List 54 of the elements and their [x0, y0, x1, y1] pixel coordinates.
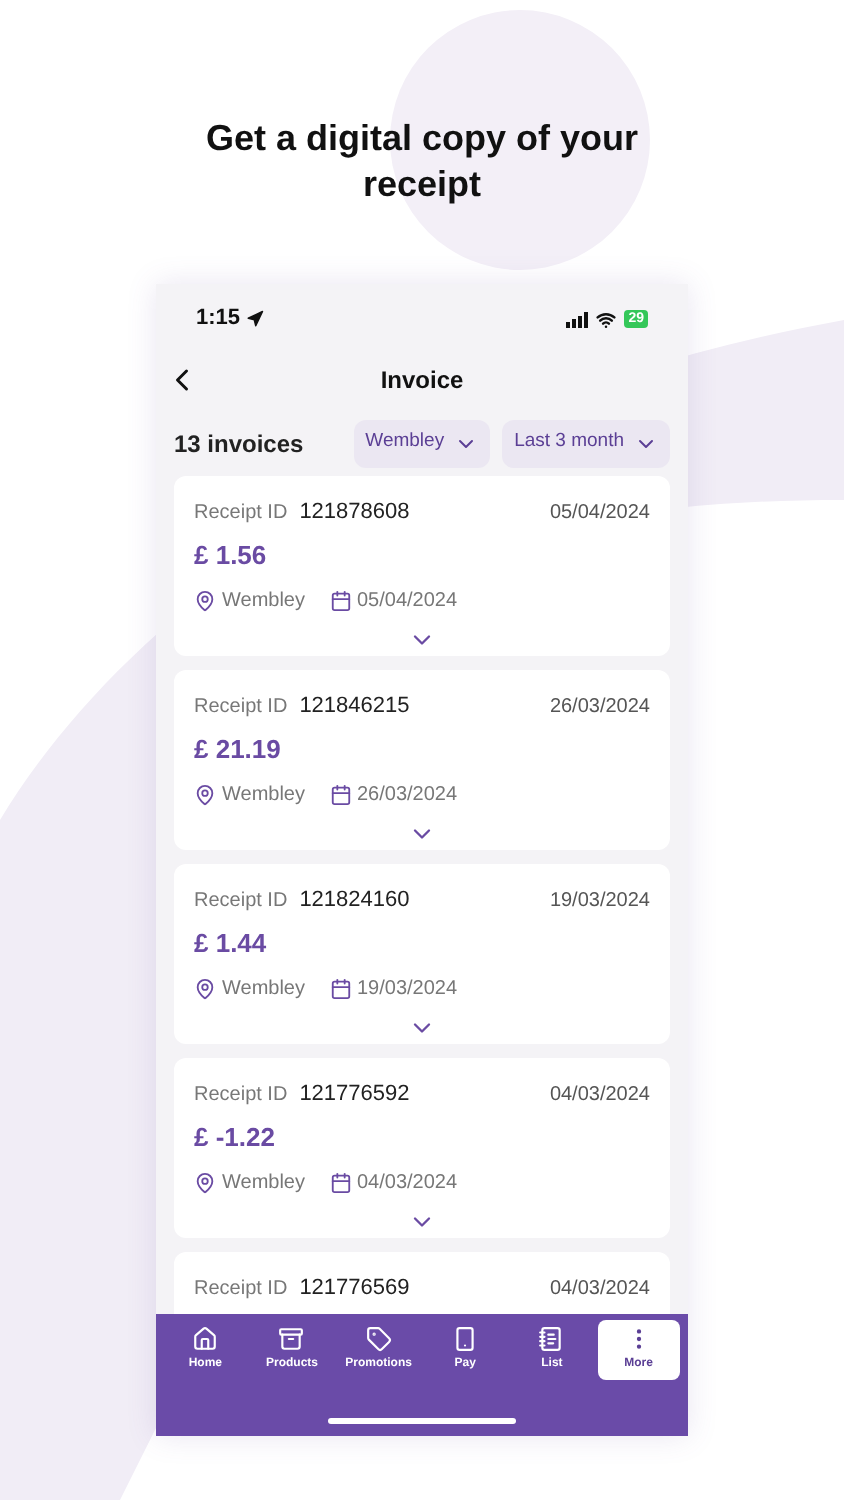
phone-icon: [452, 1326, 479, 1352]
receipt-id: 121846215: [299, 692, 410, 722]
receipt-id-label: Receipt ID: [194, 887, 288, 916]
home-icon: [192, 1326, 219, 1352]
store-name: Wembley: [222, 782, 305, 810]
receipt-date: 04/03/2024: [549, 1275, 650, 1304]
receipt-card[interactable]: Receipt ID 121878608 05/04/2024 £ 1.56 Wembley 05/04/2024: [174, 476, 670, 656]
purchase-date: 26/03/2024: [357, 782, 458, 810]
wifi-icon: [596, 309, 617, 329]
receipt-amount: £ -1.22: [194, 1119, 277, 1155]
store-name: Wembley: [222, 588, 305, 616]
purchase-date: 19/03/2024: [357, 976, 458, 1004]
tag-icon: [365, 1326, 392, 1352]
receipt-card[interactable]: Receipt ID 121824160 19/03/2024 £ 1.44 Wembley 19/03/2024: [174, 864, 670, 1044]
headline: Get a digital copy of your receipt: [203, 116, 641, 208]
filter-dropdown[interactable]: Wembley: [353, 419, 491, 467]
receipt-id: 121824160: [299, 886, 410, 916]
receipt-amount: £ 21.19: [194, 731, 283, 767]
receipt-date: 26/03/2024: [549, 693, 650, 722]
receipt-id-label: Receipt ID: [194, 499, 288, 528]
receipt-date: 04/03/2024: [549, 1081, 650, 1110]
receipt-id-label: Receipt ID: [194, 1275, 288, 1304]
receipt-id: 121878608: [299, 498, 410, 528]
location-pin-icon: [194, 590, 216, 612]
receipt-id-label: Receipt ID: [194, 693, 288, 722]
calendar-icon: [329, 978, 351, 1000]
calendar-icon: [329, 1172, 351, 1194]
receipt-date: 19/03/2024: [549, 887, 650, 916]
receipt-card[interactable]: Receipt ID 121776569 04/03/2024: [174, 1252, 670, 1314]
status-time: 1:15: [196, 304, 241, 335]
receipt-card[interactable]: Receipt ID 121846215 26/03/2024 £ 21.19 Wembley 26/03/2024: [174, 670, 670, 850]
store-name: Wembley: [222, 976, 305, 1004]
location-pin-icon: [194, 784, 216, 806]
calendar-icon: [329, 590, 351, 612]
location-arrow-icon: [246, 310, 265, 328]
purchase-date: 05/04/2024: [357, 588, 458, 616]
box-icon: [278, 1326, 305, 1352]
location-pin-icon: [194, 978, 216, 1000]
receipt-amount: £ 1.44: [194, 925, 269, 961]
receipt-amount: £ 1.56: [194, 537, 269, 573]
filter-dropdown[interactable]: Last 3 month: [502, 419, 670, 467]
receipt-id: 121776569: [299, 1274, 410, 1304]
purchase-date: 04/03/2024: [357, 1170, 458, 1198]
location-pin-icon: [194, 1172, 216, 1194]
receipt-id: 121776592: [299, 1080, 410, 1110]
receipt-id-label: Receipt ID: [194, 1081, 288, 1110]
notepad-icon: [538, 1326, 565, 1352]
receipt-date: 05/04/2024: [549, 499, 650, 528]
calendar-icon: [329, 784, 351, 806]
signal-icon: [566, 311, 589, 327]
receipt-card[interactable]: Receipt ID 121776592 04/03/2024 £ -1.22 Wembley 04/03/2024: [174, 1058, 670, 1238]
invoice-count: 13 invoices: [174, 427, 304, 461]
store-name: Wembley: [222, 1170, 305, 1198]
screen-title: Invoice: [380, 364, 464, 398]
